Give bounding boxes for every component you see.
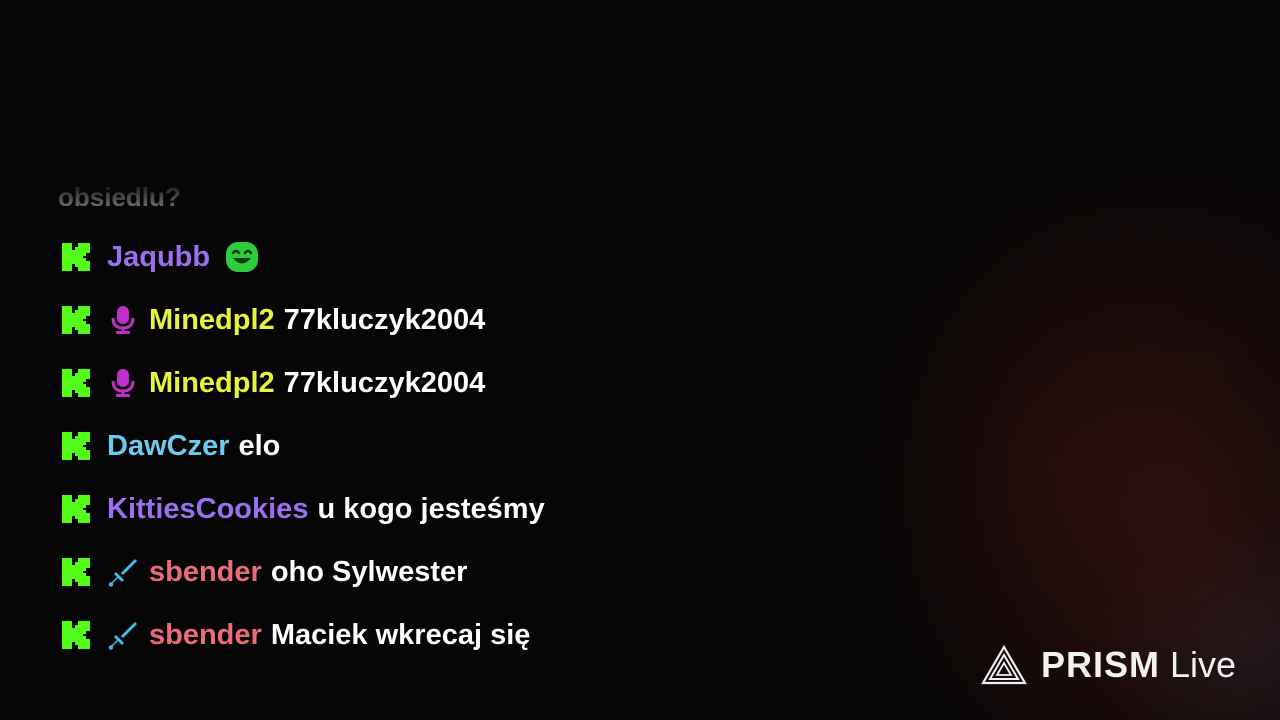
chat-username: Jaqubb bbox=[107, 240, 211, 273]
chat-message: KittiesCookies u kogo jesteśmy bbox=[60, 489, 545, 529]
stream-overlay: obsiedlu? Jaqubb Minedpl2 77kluczyk2004 … bbox=[0, 0, 1280, 720]
kick-logo-icon bbox=[62, 621, 90, 649]
grin-emote-icon bbox=[226, 242, 259, 272]
kick-logo-icon bbox=[62, 558, 90, 586]
chat-message: Jaqubb bbox=[60, 237, 260, 277]
chat-username: Minedpl2 bbox=[149, 366, 275, 399]
watermark-brand: PRISM bbox=[1040, 644, 1160, 685]
chat-message-text: oho Sylwester bbox=[270, 555, 468, 588]
kick-logo-icon bbox=[62, 369, 90, 397]
chat-message: sbender Maciek wkrecaj się bbox=[60, 615, 530, 655]
chat-message: sbender oho Sylwester bbox=[60, 552, 467, 592]
kick-logo-icon bbox=[62, 306, 90, 334]
chat-username: sbender bbox=[149, 555, 262, 588]
chat-message-text: Maciek wkrecaj się bbox=[270, 618, 531, 651]
chat-username: Minedpl2 bbox=[149, 303, 275, 336]
microphone-icon bbox=[111, 369, 135, 397]
prism-triangle-icon bbox=[981, 645, 1027, 685]
chat-username: sbender bbox=[149, 618, 262, 651]
kick-logo-icon bbox=[62, 432, 90, 460]
chat-message-text: 77kluczyk2004 bbox=[283, 303, 486, 336]
kick-logo-icon bbox=[62, 243, 90, 271]
sword-icon bbox=[108, 622, 137, 650]
chat-message-text: 77kluczyk2004 bbox=[283, 366, 486, 399]
kick-logo-icon bbox=[62, 495, 90, 523]
chat-message-text: elo bbox=[238, 429, 281, 462]
chat-overlay: obsiedlu? Jaqubb Minedpl2 77kluczyk2004 … bbox=[0, 0, 720, 720]
chat-username: KittiesCookies bbox=[107, 492, 309, 525]
chat-message: Minedpl2 77kluczyk2004 bbox=[60, 300, 485, 340]
chat-message: DawCzer elo bbox=[60, 426, 280, 466]
watermark-suffix: Live bbox=[1169, 644, 1236, 685]
chat-message: Minedpl2 77kluczyk2004 bbox=[60, 363, 485, 403]
microphone-icon bbox=[111, 306, 135, 334]
chat-cutoff-message: obsiedlu? bbox=[58, 182, 181, 206]
sword-icon bbox=[108, 559, 137, 587]
prism-live-watermark: PRISM Live bbox=[981, 644, 1236, 686]
chat-username: DawCzer bbox=[107, 429, 230, 462]
chat-message-text: u kogo jesteśmy bbox=[317, 492, 545, 525]
